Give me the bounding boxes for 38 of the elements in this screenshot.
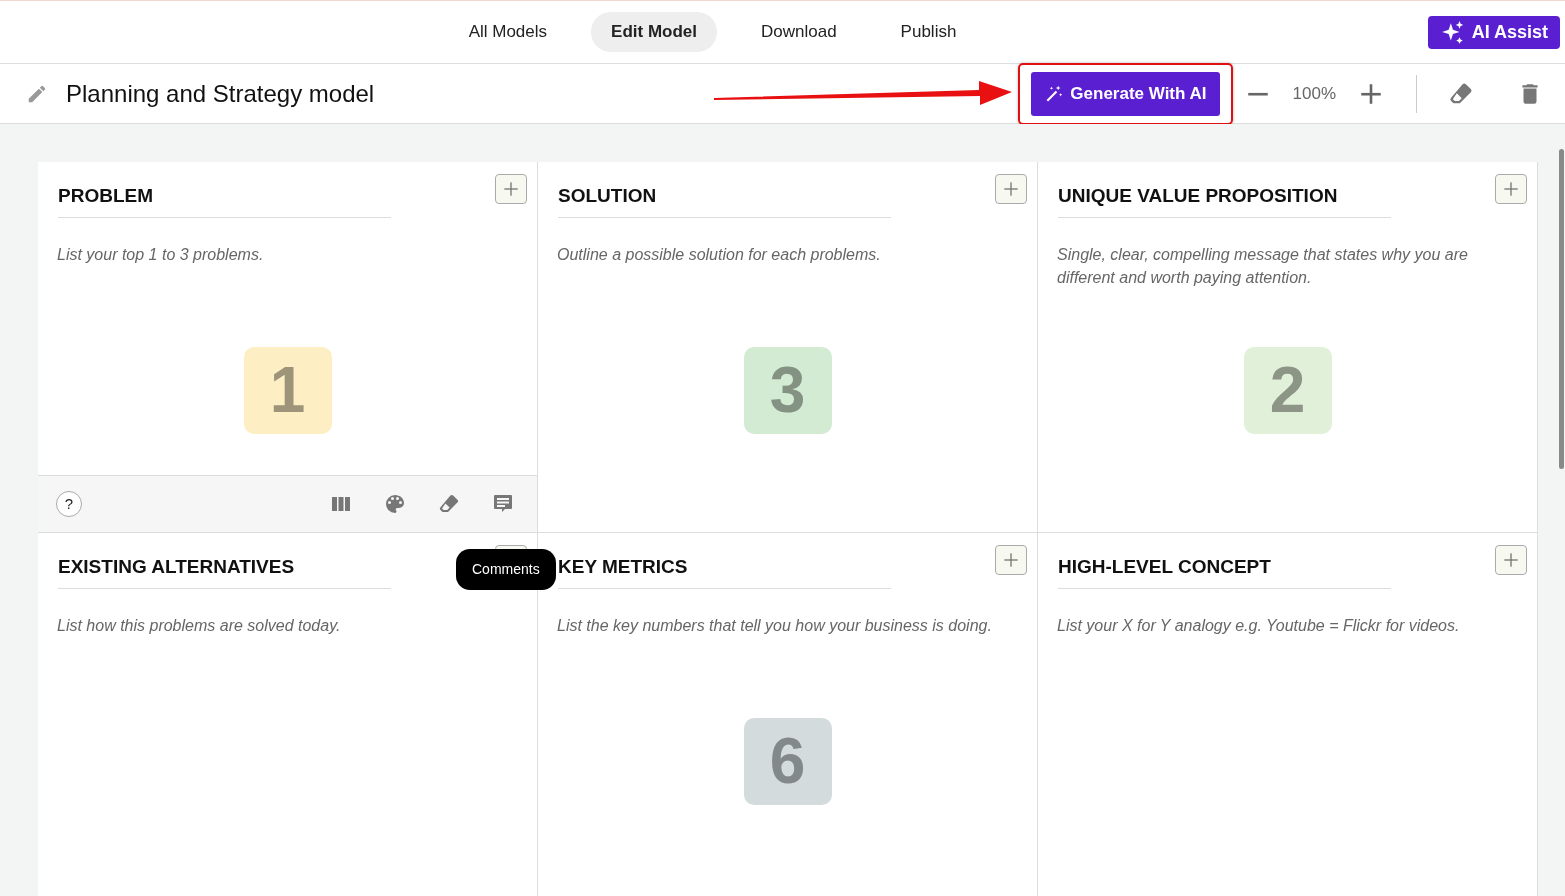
- section-description: List your X for Y analogy e.g. Youtube = Flickr for videos.: [1057, 615, 1461, 636]
- section-description: Outline a possible solution for each problems.: [557, 244, 882, 265]
- add-button[interactable]: [1495, 174, 1527, 204]
- section-description: Single, clear, compelling message that states why you are different and worth paying attention.: [1057, 244, 1469, 288]
- number-badge: 6: [743, 717, 832, 805]
- plus-icon: [1501, 550, 1521, 570]
- section-title: KEY METRICS: [558, 553, 891, 589]
- generate-button[interactable]: Generate With AI: [1031, 71, 1220, 116]
- add-button[interactable]: [995, 174, 1027, 204]
- section-description: List how this problems are solved today.: [57, 615, 342, 636]
- section-title: UNIQUE VALUE PROPOSITION: [1058, 182, 1391, 218]
- nav-tab[interactable]: All Models: [448, 12, 568, 52]
- add-button[interactable]: [995, 545, 1027, 575]
- section-description: List your top 1 to 3 problems.: [57, 244, 265, 265]
- nav-tab[interactable]: Edit Model: [591, 12, 717, 52]
- plus-icon: [1001, 550, 1021, 570]
- nav-tab[interactable]: Download: [741, 12, 857, 52]
- section-title: PROBLEM: [58, 182, 391, 218]
- plus-icon: [501, 179, 521, 199]
- ai-assist-button[interactable]: AI Assist: [1427, 16, 1560, 49]
- model-title: Planning and Strategy model: [66, 78, 375, 109]
- number-badge: 1: [243, 346, 332, 434]
- number-badge: 2: [1243, 346, 1332, 434]
- zoom-level: 100%: [1292, 82, 1336, 105]
- plus-icon: [1001, 179, 1021, 199]
- add-button[interactable]: [495, 174, 527, 204]
- help-button[interactable]: ?: [56, 491, 82, 517]
- add-button[interactable]: [1495, 545, 1527, 575]
- section-title: EXISTING ALTERNATIVES: [58, 553, 391, 589]
- section-description: List the key numbers that tell you how your business is doing.: [557, 615, 993, 636]
- plus-icon: [1501, 179, 1521, 199]
- number-badge: 3: [743, 346, 832, 434]
- scrollbar-thumb[interactable]: [1559, 149, 1564, 469]
- section-title: SOLUTION: [558, 182, 891, 218]
- section-title: HIGH-LEVEL CONCEPT: [1058, 553, 1391, 589]
- nav-tab[interactable]: Publish: [880, 12, 977, 52]
- palette-icon[interactable]: [383, 492, 407, 516]
- tooltip: Comments: [456, 549, 556, 590]
